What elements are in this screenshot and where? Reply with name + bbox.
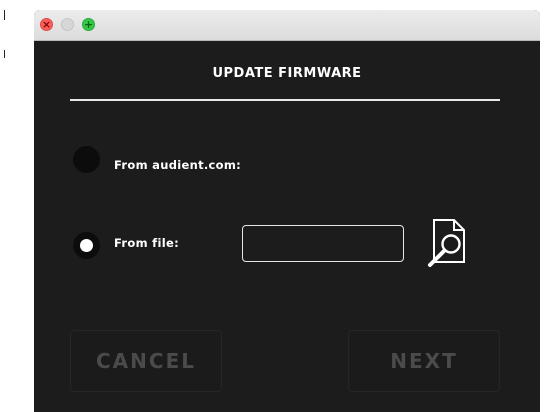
zoom-window-button[interactable]: +	[82, 18, 95, 31]
title-divider	[70, 99, 500, 101]
file-path-input[interactable]	[242, 225, 404, 262]
minimize-window-button[interactable]	[61, 18, 74, 31]
background-edge-mark	[4, 50, 5, 58]
from-audient-label: From audient.com:	[114, 158, 242, 172]
cancel-button[interactable]: CANCEL	[70, 330, 222, 392]
close-window-button[interactable]: ×	[40, 18, 53, 31]
from-audient-radio[interactable]	[73, 146, 100, 173]
browse-file-icon[interactable]	[426, 216, 468, 268]
plus-icon: +	[83, 18, 94, 31]
close-icon: ×	[41, 18, 52, 31]
next-button[interactable]: NEXT	[348, 330, 500, 392]
dialog-title: UPDATE FIRMWARE	[212, 66, 362, 81]
from-file-label: From file:	[114, 236, 179, 250]
radio-selected-dot	[80, 239, 93, 252]
title-bar: × +	[34, 10, 540, 41]
background-edge-mark	[4, 10, 5, 20]
background-desktop	[0, 0, 34, 412]
from-file-radio[interactable]	[73, 232, 100, 259]
update-firmware-window: × + UPDATE FIRMWARE From audient.com: Fr…	[34, 10, 540, 412]
